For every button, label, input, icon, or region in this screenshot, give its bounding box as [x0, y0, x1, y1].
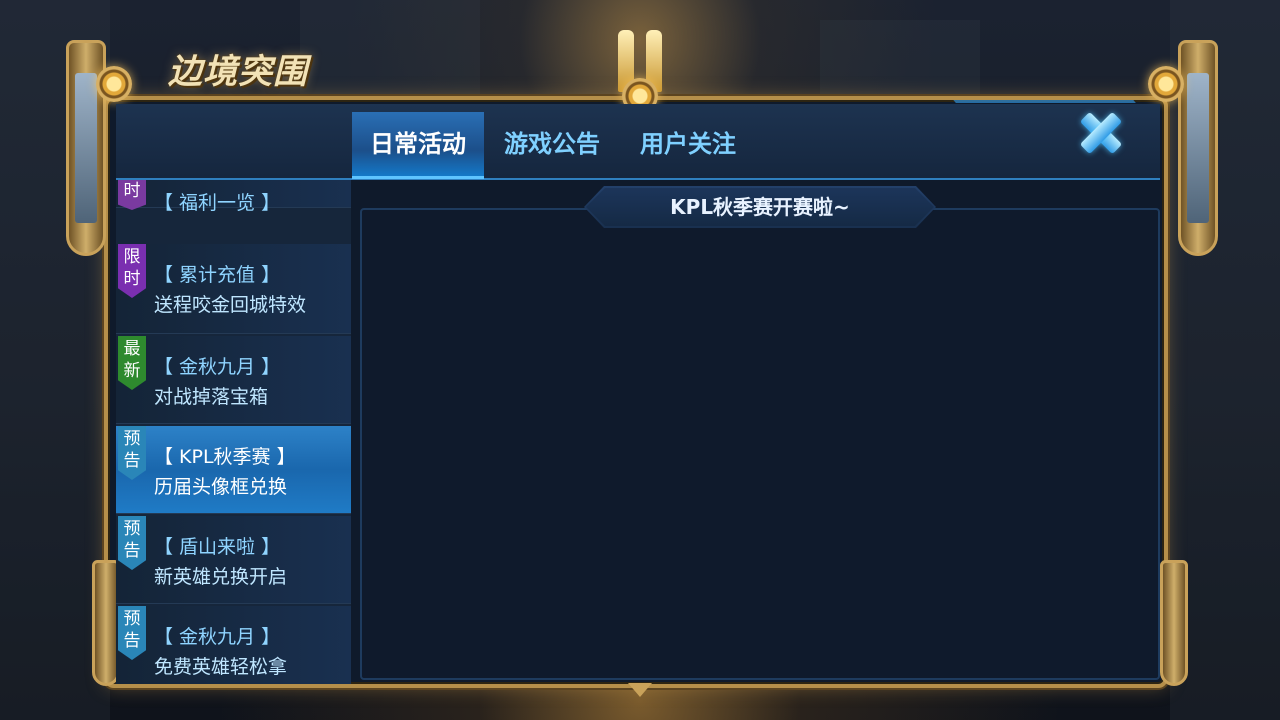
- bottom-frame-ornament: [628, 683, 652, 697]
- item-subtitle: 新英雄兑换开启: [154, 566, 288, 588]
- game-screen: 边境突围 日常活动 游戏公告 用户关注 时 【 福利一览 】 限时 【 累计充值…: [0, 0, 1280, 720]
- preview-badge: 预告: [118, 606, 146, 660]
- list-item-free-heroes[interactable]: 预告 【 金秋九月 】 免费英雄轻松拿: [116, 606, 351, 684]
- newest-badge: 最新: [118, 336, 146, 390]
- item-title: 【 金秋九月 】: [154, 626, 281, 648]
- content-title-banner: KPL秋季赛开赛啦~: [584, 186, 936, 228]
- item-title: 【 盾山来啦 】: [154, 536, 281, 558]
- activity-content-panel[interactable]: [360, 208, 1160, 680]
- item-title: 【 福利一览 】: [154, 192, 281, 214]
- corner-gem-icon: [96, 66, 132, 102]
- limited-time-badge: 限时: [118, 244, 146, 298]
- list-item-dunshan-arrives[interactable]: 预告 【 盾山来啦 】 新英雄兑换开启: [116, 516, 351, 604]
- time-badge: 时: [118, 180, 146, 210]
- list-item-welfare-overview[interactable]: 时 【 福利一览 】: [116, 180, 351, 214]
- preview-badge: 预告: [118, 426, 146, 480]
- item-subtitle: 送程咬金回城特效: [154, 294, 307, 316]
- item-subtitle: 历届头像框兑换: [154, 476, 288, 498]
- content-title: KPL秋季赛开赛啦~: [670, 195, 850, 219]
- list-item-kpl-autumn[interactable]: 预告 【 KPL秋季赛 】 历届头像框兑换: [116, 426, 351, 514]
- corner-gem-icon: [1148, 66, 1184, 102]
- item-title: 【 累计充值 】: [154, 264, 281, 286]
- list-item-cumulative-recharge[interactable]: 限时 【 累计充值 】 送程咬金回城特效: [116, 244, 351, 334]
- item-title: 【 金秋九月 】: [154, 356, 281, 378]
- game-mode-logo: 边境突围: [168, 52, 308, 92]
- background-panel: [820, 20, 980, 100]
- list-item-golden-september-drops[interactable]: 最新 【 金秋九月 】 对战掉落宝箱: [116, 336, 351, 424]
- close-button[interactable]: [1074, 106, 1128, 160]
- right-lower-ornament: [1160, 560, 1188, 686]
- item-subtitle: 对战掉落宝箱: [154, 386, 269, 408]
- tab-user-follow[interactable]: 用户关注: [628, 112, 748, 176]
- activity-list[interactable]: 时 【 福利一览 】 限时 【 累计充值 】 送程咬金回城特效 最新 【 金秋九…: [116, 180, 351, 684]
- item-title: 【 KPL秋季赛 】: [154, 446, 296, 468]
- tab-game-announcements[interactable]: 游戏公告: [494, 112, 610, 176]
- item-subtitle: 免费英雄轻松拿: [154, 656, 288, 678]
- preview-badge: 预告: [118, 516, 146, 570]
- tab-daily-activities[interactable]: 日常活动: [352, 112, 484, 179]
- right-frame-pillar: [1178, 40, 1218, 256]
- background-panel: [300, 0, 480, 100]
